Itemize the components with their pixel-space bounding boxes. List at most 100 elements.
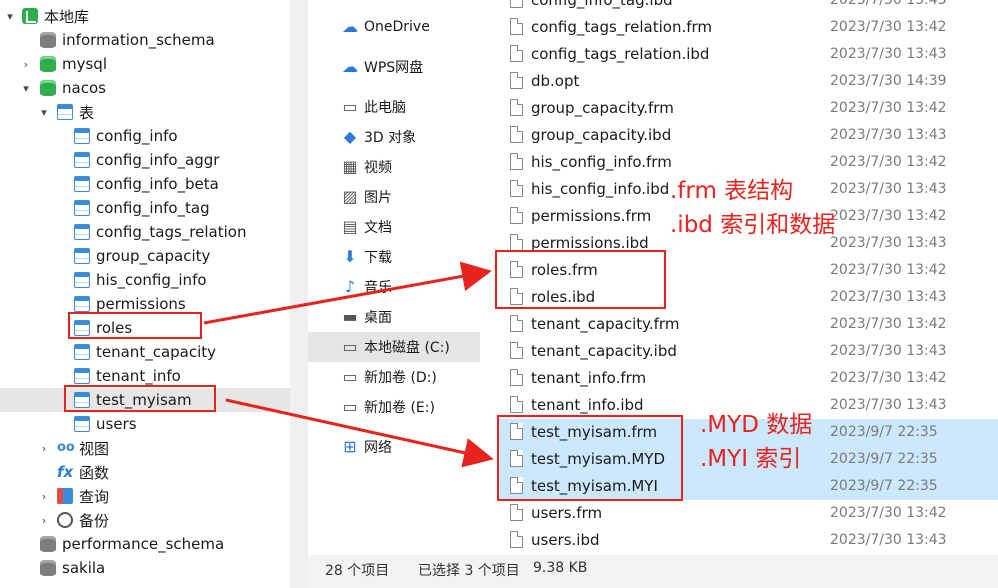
database-label: mysql bbox=[62, 55, 107, 73]
chevron-right-icon[interactable]: › bbox=[38, 490, 50, 503]
file-name: config_info_tag.ibd bbox=[531, 0, 673, 9]
nav-item-7[interactable]: ⬇ 下载 bbox=[308, 242, 480, 272]
tree-table-config-info[interactable]: config_info bbox=[0, 124, 290, 148]
nav-item-1[interactable]: ☁ WPS网盘 bbox=[308, 52, 480, 82]
file-row[interactable]: group_capacity.frm 2023/7/30 13:42 bbox=[498, 95, 998, 122]
nav-item-11[interactable]: ▭ 新加卷 (D:) bbox=[308, 362, 480, 392]
table-label: his_config_info bbox=[96, 271, 207, 289]
status-bar: 28 个项目 已选择 3 个项目 9.38 KB bbox=[308, 555, 998, 588]
tree-table-group-capacity[interactable]: group_capacity bbox=[0, 244, 290, 268]
chevron-down-icon[interactable]: ▾ bbox=[20, 82, 32, 95]
tree-backups[interactable]: › 备份 bbox=[0, 508, 290, 532]
tree-table-roles[interactable]: roles bbox=[0, 316, 290, 340]
tree-views[interactable]: › oo 视图 bbox=[0, 436, 290, 460]
file-row[interactable]: roles.ibd 2023/7/30 13:43 bbox=[498, 284, 998, 311]
file-row[interactable]: config_tags_relation.frm 2023/7/30 13:42 bbox=[498, 14, 998, 41]
tree-tables-group[interactable]: ▾ 表 bbox=[0, 100, 290, 124]
table-icon bbox=[74, 416, 90, 432]
file-row[interactable]: tenant_capacity.frm 2023/7/30 13:42 bbox=[498, 311, 998, 338]
tree-table-config-info-aggr[interactable]: config_info_aggr bbox=[0, 148, 290, 172]
tree-db-performance-schema[interactable]: performance_schema bbox=[0, 532, 290, 556]
tree-table-tenant-capacity[interactable]: tenant_capacity bbox=[0, 340, 290, 364]
file-date: 2023/7/30 13:42 bbox=[830, 100, 947, 116]
file-name: test_myisam.frm bbox=[531, 423, 658, 441]
file-row[interactable]: users.ibd 2023/7/30 13:43 bbox=[498, 527, 998, 554]
nav-item-label: 图片 bbox=[364, 190, 392, 206]
nav-item-10[interactable]: ▭ 本地磁盘 (C:) bbox=[308, 332, 480, 362]
query-icon bbox=[57, 488, 73, 504]
file-row[interactable]: test_myisam.MYI 2023/9/7 22:35 bbox=[498, 473, 998, 500]
file-date: 2023/7/30 13:43 bbox=[830, 46, 947, 62]
file-date: 2023/7/30 14:39 bbox=[830, 73, 947, 89]
tree-db-sakila[interactable]: sakila bbox=[0, 556, 290, 580]
file-name: tenant_info.ibd bbox=[531, 396, 644, 414]
pane-divider[interactable] bbox=[290, 0, 308, 588]
tree-table-tenant-info[interactable]: tenant_info bbox=[0, 364, 290, 388]
file-row[interactable]: tenant_info.frm 2023/7/30 13:42 bbox=[498, 365, 998, 392]
tree-table-permissions[interactable]: permissions bbox=[0, 292, 290, 316]
selected-size: 9.38 KB bbox=[533, 560, 588, 576]
nav-item-13[interactable]: ⊞ 网络 bbox=[308, 432, 480, 462]
tree-functions[interactable]: fx 函数 bbox=[0, 460, 290, 484]
network-icon: ⊞ bbox=[343, 437, 357, 456]
backups-label: 备份 bbox=[79, 511, 110, 530]
file-row[interactable]: roles.frm 2023/7/30 13:42 bbox=[498, 257, 998, 284]
file-row[interactable]: group_capacity.ibd 2023/7/30 13:43 bbox=[498, 122, 998, 149]
file-icon bbox=[510, 234, 523, 251]
file-name: roles.frm bbox=[531, 261, 598, 279]
file-row[interactable]: config_info_tag.ibd 2023/7/30 13:43 bbox=[498, 0, 998, 14]
file-icon bbox=[510, 315, 523, 332]
file-row[interactable]: config_tags_relation.ibd 2023/7/30 13:43 bbox=[498, 41, 998, 68]
file-icon bbox=[510, 342, 523, 359]
cloud-icon: ☁ bbox=[342, 57, 358, 76]
tree-db-mysql[interactable]: › mysql bbox=[0, 52, 290, 76]
file-row[interactable]: db.opt 2023/7/30 14:39 bbox=[498, 68, 998, 95]
tree-table-config-info-tag[interactable]: config_info_tag bbox=[0, 196, 290, 220]
file-name: group_capacity.ibd bbox=[531, 126, 672, 144]
nav-item-9[interactable]: ▬ 桌面 bbox=[308, 302, 480, 332]
nav-item-3[interactable]: ◆ 3D 对象 bbox=[308, 122, 480, 152]
table-icon bbox=[74, 344, 90, 360]
file-icon bbox=[510, 369, 523, 386]
nav-item-6[interactable]: ▤ 文档 bbox=[308, 212, 480, 242]
table-icon bbox=[74, 272, 90, 288]
nav-item-5[interactable]: ▨ 图片 bbox=[308, 182, 480, 212]
nav-item-0[interactable]: ☁ OneDrive bbox=[308, 12, 480, 42]
drive-icon: ▭ bbox=[342, 337, 358, 356]
chevron-down-icon[interactable]: ▾ bbox=[4, 10, 16, 23]
tree-connection[interactable]: ▾ 本地库 bbox=[0, 4, 290, 28]
chevron-down-icon[interactable]: ▾ bbox=[38, 106, 50, 119]
tree-queries[interactable]: › 查询 bbox=[0, 484, 290, 508]
tree-table-users[interactable]: users bbox=[0, 412, 290, 436]
chevron-right-icon[interactable]: › bbox=[20, 58, 32, 71]
file-icon bbox=[510, 504, 523, 521]
nav-item-label: 文档 bbox=[364, 220, 392, 236]
file-row[interactable]: users.frm 2023/7/30 13:42 bbox=[498, 500, 998, 527]
table-label: config_info_aggr bbox=[96, 151, 220, 169]
file-row[interactable]: tenant_capacity.ibd 2023/7/30 13:43 bbox=[498, 338, 998, 365]
nav-item-4[interactable]: ▦ 视频 bbox=[308, 152, 480, 182]
database-label: performance_schema bbox=[62, 535, 225, 553]
connection-label: 本地库 bbox=[44, 7, 90, 26]
tree-table-test-myisam[interactable]: test_myisam bbox=[0, 388, 290, 412]
table-icon bbox=[74, 152, 90, 168]
file-name: config_tags_relation.ibd bbox=[531, 45, 710, 63]
nav-item-2[interactable]: ▭ 此电脑 bbox=[308, 92, 480, 122]
chevron-right-icon[interactable]: › bbox=[38, 514, 50, 527]
table-icon bbox=[74, 176, 90, 192]
nav-item-12[interactable]: ▭ 新加卷 (E:) bbox=[308, 392, 480, 422]
tree-table-his-config-info[interactable]: his_config_info bbox=[0, 268, 290, 292]
cube-icon: ◆ bbox=[343, 127, 357, 146]
chevron-right-icon[interactable]: › bbox=[38, 442, 50, 455]
file-icon bbox=[510, 18, 523, 35]
tree-table-config-info-beta[interactable]: config_info_beta bbox=[0, 172, 290, 196]
functions-label: 函数 bbox=[79, 463, 110, 482]
file-icon bbox=[510, 0, 523, 8]
file-row[interactable]: his_config_info.frm 2023/7/30 13:42 bbox=[498, 149, 998, 176]
tree-table-config-tags-relation[interactable]: config_tags_relation bbox=[0, 220, 290, 244]
nav-item-8[interactable]: ♪ 音乐 bbox=[308, 272, 480, 302]
explorer-nav-pane: ☁ OneDrive ☁ WPS网盘 ▭ 此电脑 ◆ 3D 对象 ▦ 视频 ▨ 图片 ▤ 文档 ⬇ 下载 ♪ 音乐… bbox=[308, 0, 480, 588]
file-icon bbox=[510, 261, 523, 278]
tree-db-information-schema[interactable]: information_schema bbox=[0, 28, 290, 52]
tree-db-nacos[interactable]: ▾ nacos bbox=[0, 76, 290, 100]
